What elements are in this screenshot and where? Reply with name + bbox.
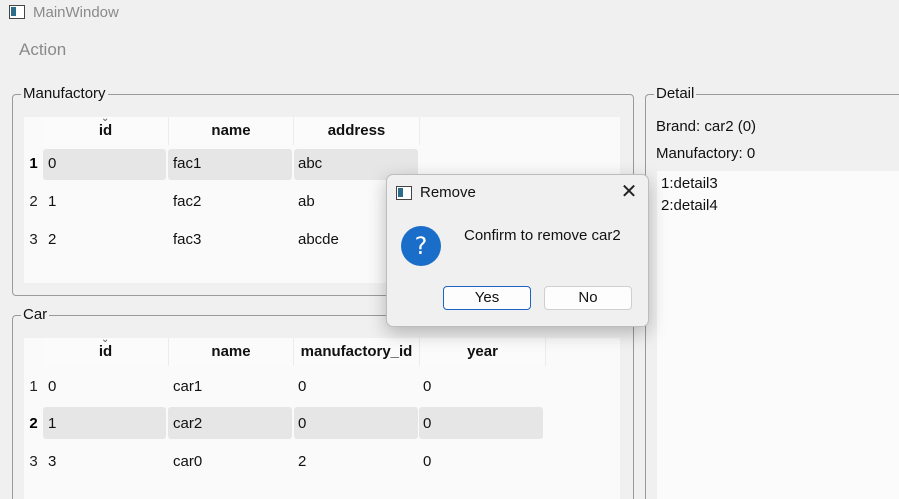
column-header-year[interactable]: year — [420, 338, 546, 366]
row-header[interactable]: 2 — [24, 415, 43, 432]
table-cell-year[interactable]: 0 — [423, 378, 431, 395]
table-cell-manufactory-id[interactable]: 2 — [298, 453, 306, 470]
row-header[interactable]: 2 — [24, 193, 43, 210]
title-bar: MainWindow — [0, 0, 899, 26]
remove-dialog: Remove ✕ ? Confirm to remove car2 Yes No — [386, 174, 649, 327]
row-header[interactable]: 1 — [24, 378, 43, 395]
detail-group-title: Detail — [654, 85, 697, 102]
table-cell-id[interactable]: 1 — [48, 193, 56, 210]
table-cell-name[interactable]: car2 — [173, 415, 202, 432]
column-header-manufactory-id[interactable]: manufactory_id — [294, 338, 420, 366]
app-window-icon — [9, 5, 25, 19]
column-header-id[interactable]: ⌄ id — [43, 113, 169, 145]
table-cell-name[interactable]: car1 — [173, 378, 202, 395]
row-header[interactable]: 1 — [24, 155, 43, 172]
selected-row-highlight — [294, 407, 418, 439]
table-cell-manufactory-id[interactable]: 0 — [298, 378, 306, 395]
detail-list[interactable]: 1:detail3 2:detail4 — [657, 171, 899, 499]
car-table[interactable]: ⌄ id name manufactory_id year 1 0 car1 0… — [24, 334, 620, 499]
table-cell-name[interactable]: fac1 — [173, 155, 201, 172]
close-icon[interactable]: ✕ — [619, 182, 639, 202]
dialog-title: Remove — [420, 184, 476, 201]
column-header-name[interactable]: name — [169, 117, 294, 145]
detail-manufactory-label: Manufactory: 0 — [656, 145, 756, 162]
table-cell-address[interactable]: abcde — [298, 231, 339, 248]
table-cell-id[interactable]: 0 — [48, 378, 56, 395]
table-cell-id[interactable]: 0 — [48, 155, 56, 172]
table-cell-year[interactable]: 0 — [423, 453, 431, 470]
list-item[interactable]: 1:detail3 — [661, 175, 718, 192]
table-cell-year[interactable]: 0 — [423, 415, 431, 432]
window-title: MainWindow — [33, 4, 119, 21]
detail-brand-label: Brand: car2 (0) — [656, 118, 757, 135]
list-item[interactable]: 2:detail4 — [661, 197, 718, 214]
selected-row-highlight — [43, 149, 166, 180]
table-cell-name[interactable]: fac2 — [173, 193, 201, 210]
table-cell-address[interactable]: ab — [298, 193, 315, 210]
table-cell-id[interactable]: 1 — [48, 415, 56, 432]
column-header-id[interactable]: ⌄ id — [43, 334, 169, 366]
table-cell-id[interactable]: 2 — [48, 231, 56, 248]
table-cell-manufactory-id[interactable]: 0 — [298, 415, 306, 432]
selected-row-highlight — [43, 407, 166, 439]
column-header-name[interactable]: name — [169, 338, 294, 366]
row-header[interactable]: 3 — [24, 231, 43, 248]
table-cell-name[interactable]: fac3 — [173, 231, 201, 248]
no-button[interactable]: No — [544, 286, 632, 310]
table-cell-address[interactable]: abc — [298, 155, 322, 172]
sort-indicator-icon: ⌄ — [101, 334, 110, 345]
dialog-window-icon — [396, 186, 412, 200]
car-group-title: Car — [21, 306, 50, 323]
table-cell-name[interactable]: car0 — [173, 453, 202, 470]
manufactory-group-title: Manufactory — [21, 85, 108, 102]
menu-item-action[interactable]: Action — [19, 40, 66, 60]
column-header-address[interactable]: address — [294, 117, 420, 145]
yes-button[interactable]: Yes — [443, 286, 531, 310]
table-cell-id[interactable]: 3 — [48, 453, 56, 470]
question-icon: ? — [401, 226, 441, 266]
dialog-message: Confirm to remove car2 — [464, 227, 621, 244]
sort-indicator-icon: ⌄ — [101, 113, 110, 124]
row-header[interactable]: 3 — [24, 453, 43, 470]
selected-row-highlight — [419, 407, 543, 439]
